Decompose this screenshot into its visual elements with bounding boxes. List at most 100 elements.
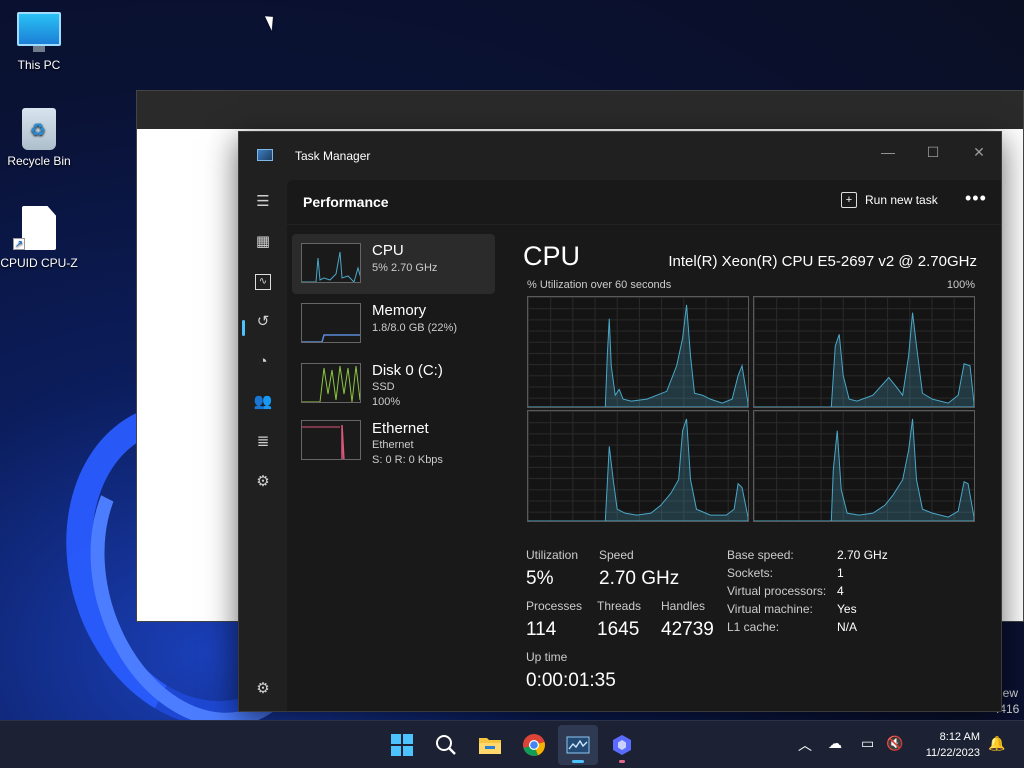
settings-gear-icon[interactable]: ⚙ [251,677,275,701]
desktop-icon-label: CPUID CPU-Z [0,256,78,270]
search-button[interactable] [426,725,466,765]
document-icon [22,206,56,250]
maximize-button[interactable]: ☐ [921,140,945,164]
nav-sidebar: ☰ ▦ ∿ ↺ ◔ 👥 ≣ ⚙ ⚙ [239,180,287,711]
startup-apps-icon[interactable]: ◔ [251,350,275,374]
utilization-value: 5% [526,568,554,589]
disk-thumbnail-graph [301,363,361,403]
app-indicator [619,760,625,763]
speed-value: 2.70 GHz [599,568,680,589]
utilization-label: Utilization [526,548,579,562]
desktop-icon-this-pc[interactable]: This PC [0,12,79,72]
threads-label: Threads [597,599,642,613]
cpu-thumbnail-graph [301,243,361,283]
titlebar[interactable]: Task Manager — ☐ ✕ [239,132,1001,180]
copilot-button[interactable] [602,725,642,765]
resource-detail: 5% 2.70 GHz [372,262,438,274]
resource-item-ethernet[interactable]: Ethernet Ethernet S: 0 R: 0 Kbps [292,420,495,480]
task-manager-app-icon [257,149,273,161]
cpu-core-graph-0 [527,296,749,408]
close-button[interactable]: ✕ [967,140,991,164]
page-title: Performance [303,194,389,210]
mouse-cursor-icon [264,13,279,31]
details-icon[interactable]: ≣ [251,430,275,454]
threads-value: 1645 [597,619,640,640]
shortcut-arrow-icon: ↗ [13,238,25,250]
notification-bell-icon[interactable]: 🔔 [988,735,1005,752]
desktop-icon-label: Recycle Bin [7,154,71,168]
cpu-core-graph-2 [527,410,749,522]
uptime-value: 0:00:01:35 [526,670,616,691]
background-window-titlebar[interactable] [137,91,1023,129]
processes-icon[interactable]: ▦ [251,230,275,254]
windows-logo-icon [391,734,413,756]
resource-name: Memory [372,302,427,319]
desktop-icon-cpuz[interactable]: ↗ CPUID CPU-Z [0,206,79,270]
chrome-icon [523,734,545,756]
system-clock[interactable]: 8:12 AM 11/22/2023 [926,729,980,761]
minimize-button[interactable]: — [876,140,900,164]
cpu-core-graph-svg [528,418,748,521]
resource-name: CPU [372,242,404,259]
file-explorer-button[interactable] [470,725,510,765]
processes-label: Processes [526,599,583,613]
search-icon [436,735,456,755]
task-manager-window[interactable]: Task Manager — ☐ ✕ ☰ ▦ ∿ ↺ ◔ 👥 ≣ ⚙ ⚙ Per… [238,131,1002,712]
processes-value: 114 [526,619,557,640]
task-manager-icon [566,736,590,754]
more-options-button[interactable]: ••• [965,188,987,209]
spec-value: Yes [837,602,857,616]
spec-label: Base speed: [727,548,794,562]
monitor-icon [17,12,61,52]
resource-detail-secondary: S: 0 R: 0 Kbps [372,454,443,466]
spec-value: 4 [837,584,844,598]
cloud-off-icon[interactable]: ☁ [828,735,842,752]
spec-label: Virtual machine: [727,602,813,616]
clock-date: 11/22/2023 [925,747,980,759]
handles-label: Handles [661,599,706,613]
resource-item-cpu[interactable]: CPU 5% 2.70 GHz [292,234,495,294]
resource-name: Disk 0 (C:) [372,362,443,379]
spec-label: Virtual processors: [727,584,827,598]
resource-item-memory[interactable]: Memory 1.8/8.0 GB (22%) [292,294,495,354]
speed-label: Speed [599,548,634,562]
services-icon[interactable]: ⚙ [251,470,275,494]
clock-time: 8:12 AM [939,731,980,743]
resource-detail: Ethernet [372,439,414,451]
desktop-icon-label: This PC [17,58,61,72]
graph-max-label: 100% [946,279,975,291]
cpu-title: CPU [523,241,581,271]
start-button[interactable] [382,725,422,765]
resource-item-disk[interactable]: Disk 0 (C:) SSD 100% [292,354,495,414]
display-icon[interactable]: ▭ [861,735,874,752]
cpu-core-graph-1 [753,296,975,408]
chevron-up-icon[interactable]: ︿ [798,735,812,755]
nav-active-indicator [242,320,245,336]
cpu-model: Intel(R) Xeon(R) CPU E5-2697 v2 @ 2.70GH… [668,253,977,270]
spec-value: N/A [837,620,858,634]
resource-name: Ethernet [372,420,429,437]
cpu-core-graph-svg [754,418,974,521]
chrome-button[interactable] [514,725,554,765]
run-task-icon: + [841,192,857,208]
peek-text: iew [1000,686,1019,700]
cpu-core-graph-3 [753,410,975,522]
run-new-task-label: Run new task [865,193,938,207]
task-manager-taskbar-button[interactable] [558,725,598,765]
folder-icon [479,738,501,754]
copilot-icon [613,735,631,755]
app-history-icon[interactable]: ↺ [251,310,275,334]
recycle-bin-icon: ♻ [22,108,56,150]
handles-value: 42739 [661,619,714,640]
volume-muted-icon[interactable]: 🔇 [886,735,903,752]
resource-detail-secondary: 100% [372,396,401,408]
spec-label: Sockets: [727,566,774,580]
spec-value: 1 [837,566,844,580]
users-icon[interactable]: 👥 [251,390,275,414]
panel-header: Performance + Run new task ••• [287,180,1001,225]
desktop-icon-recycle-bin[interactable]: ♻ Recycle Bin [0,108,79,168]
performance-icon[interactable]: ∿ [255,274,271,290]
resource-detail: SSD [372,381,395,393]
hamburger-menu-icon[interactable]: ☰ [251,190,275,214]
run-new-task-button[interactable]: + Run new task [841,192,938,208]
